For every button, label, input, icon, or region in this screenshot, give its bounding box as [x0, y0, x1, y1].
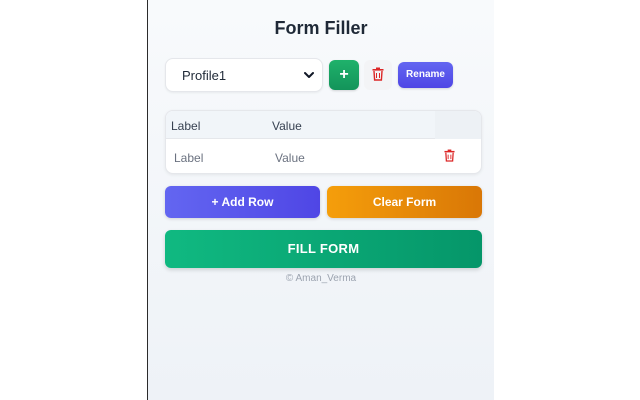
column-header-value: Value	[272, 119, 302, 133]
clear-form-button[interactable]: Clear Form	[327, 186, 482, 218]
fill-form-button[interactable]: FILL FORM	[165, 230, 482, 268]
page-title: Form Filler	[274, 18, 368, 38]
delete-row-button[interactable]	[444, 149, 455, 167]
value-input[interactable]: Value	[275, 151, 305, 165]
add-profile-button[interactable]: +	[329, 60, 359, 90]
delete-profile-button[interactable]	[364, 60, 392, 90]
profile-toolbar: Profile1 + Rename	[165, 58, 477, 92]
column-header-label: Label	[171, 119, 201, 133]
field-table: Label Value Label Value	[165, 110, 482, 174]
column-header-actions	[435, 111, 481, 139]
trash-icon	[372, 67, 384, 85]
chevron-down-icon	[304, 59, 314, 107]
profile-select-value: Profile1	[182, 68, 227, 83]
rename-profile-button[interactable]: Rename	[398, 62, 453, 88]
profile-select[interactable]: Profile1	[165, 58, 323, 92]
label-input[interactable]: Label	[174, 151, 203, 165]
extension-popup: Form Filler Profile1 + Rename Label Valu…	[147, 0, 494, 400]
table-header: Label Value	[166, 111, 481, 139]
table-row: Label Value	[166, 139, 481, 173]
credit-text: © Aman_Verma	[285, 273, 357, 284]
add-row-button[interactable]: + Add Row	[165, 186, 320, 218]
trash-icon	[444, 149, 455, 166]
